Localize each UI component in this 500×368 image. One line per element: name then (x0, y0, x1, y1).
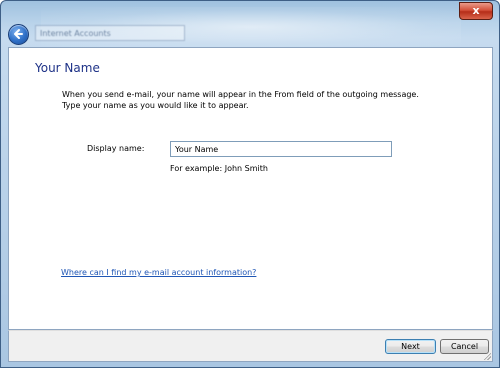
display-name-label: Display name: (87, 144, 145, 153)
page-title: Your Name (35, 61, 100, 75)
intro-text: When you send e-mail, your name will app… (62, 89, 442, 111)
intro-line-1: When you send e-mail, your name will app… (62, 90, 419, 99)
cancel-button[interactable]: Cancel (440, 339, 489, 354)
wizard-window: x Internet Accounts Your Name When you s… (0, 0, 500, 368)
window-title-breadcrumb: Internet Accounts (35, 25, 185, 41)
close-button[interactable]: x (459, 2, 493, 20)
back-button[interactable] (8, 24, 29, 45)
wizard-footer: Next Cancel (8, 330, 493, 362)
back-arrow-icon (14, 29, 23, 39)
next-button[interactable]: Next (385, 339, 436, 354)
resize-grip-icon[interactable] (483, 352, 491, 360)
intro-line-2: Type your name as you would like it to a… (62, 101, 249, 110)
display-name-example: For example: John Smith (170, 164, 268, 173)
account-info-help-link[interactable]: Where can I find my e-mail account infor… (61, 268, 256, 277)
wizard-content-pane: Your Name When you send e-mail, your nam… (8, 47, 493, 330)
display-name-input[interactable] (170, 141, 392, 157)
